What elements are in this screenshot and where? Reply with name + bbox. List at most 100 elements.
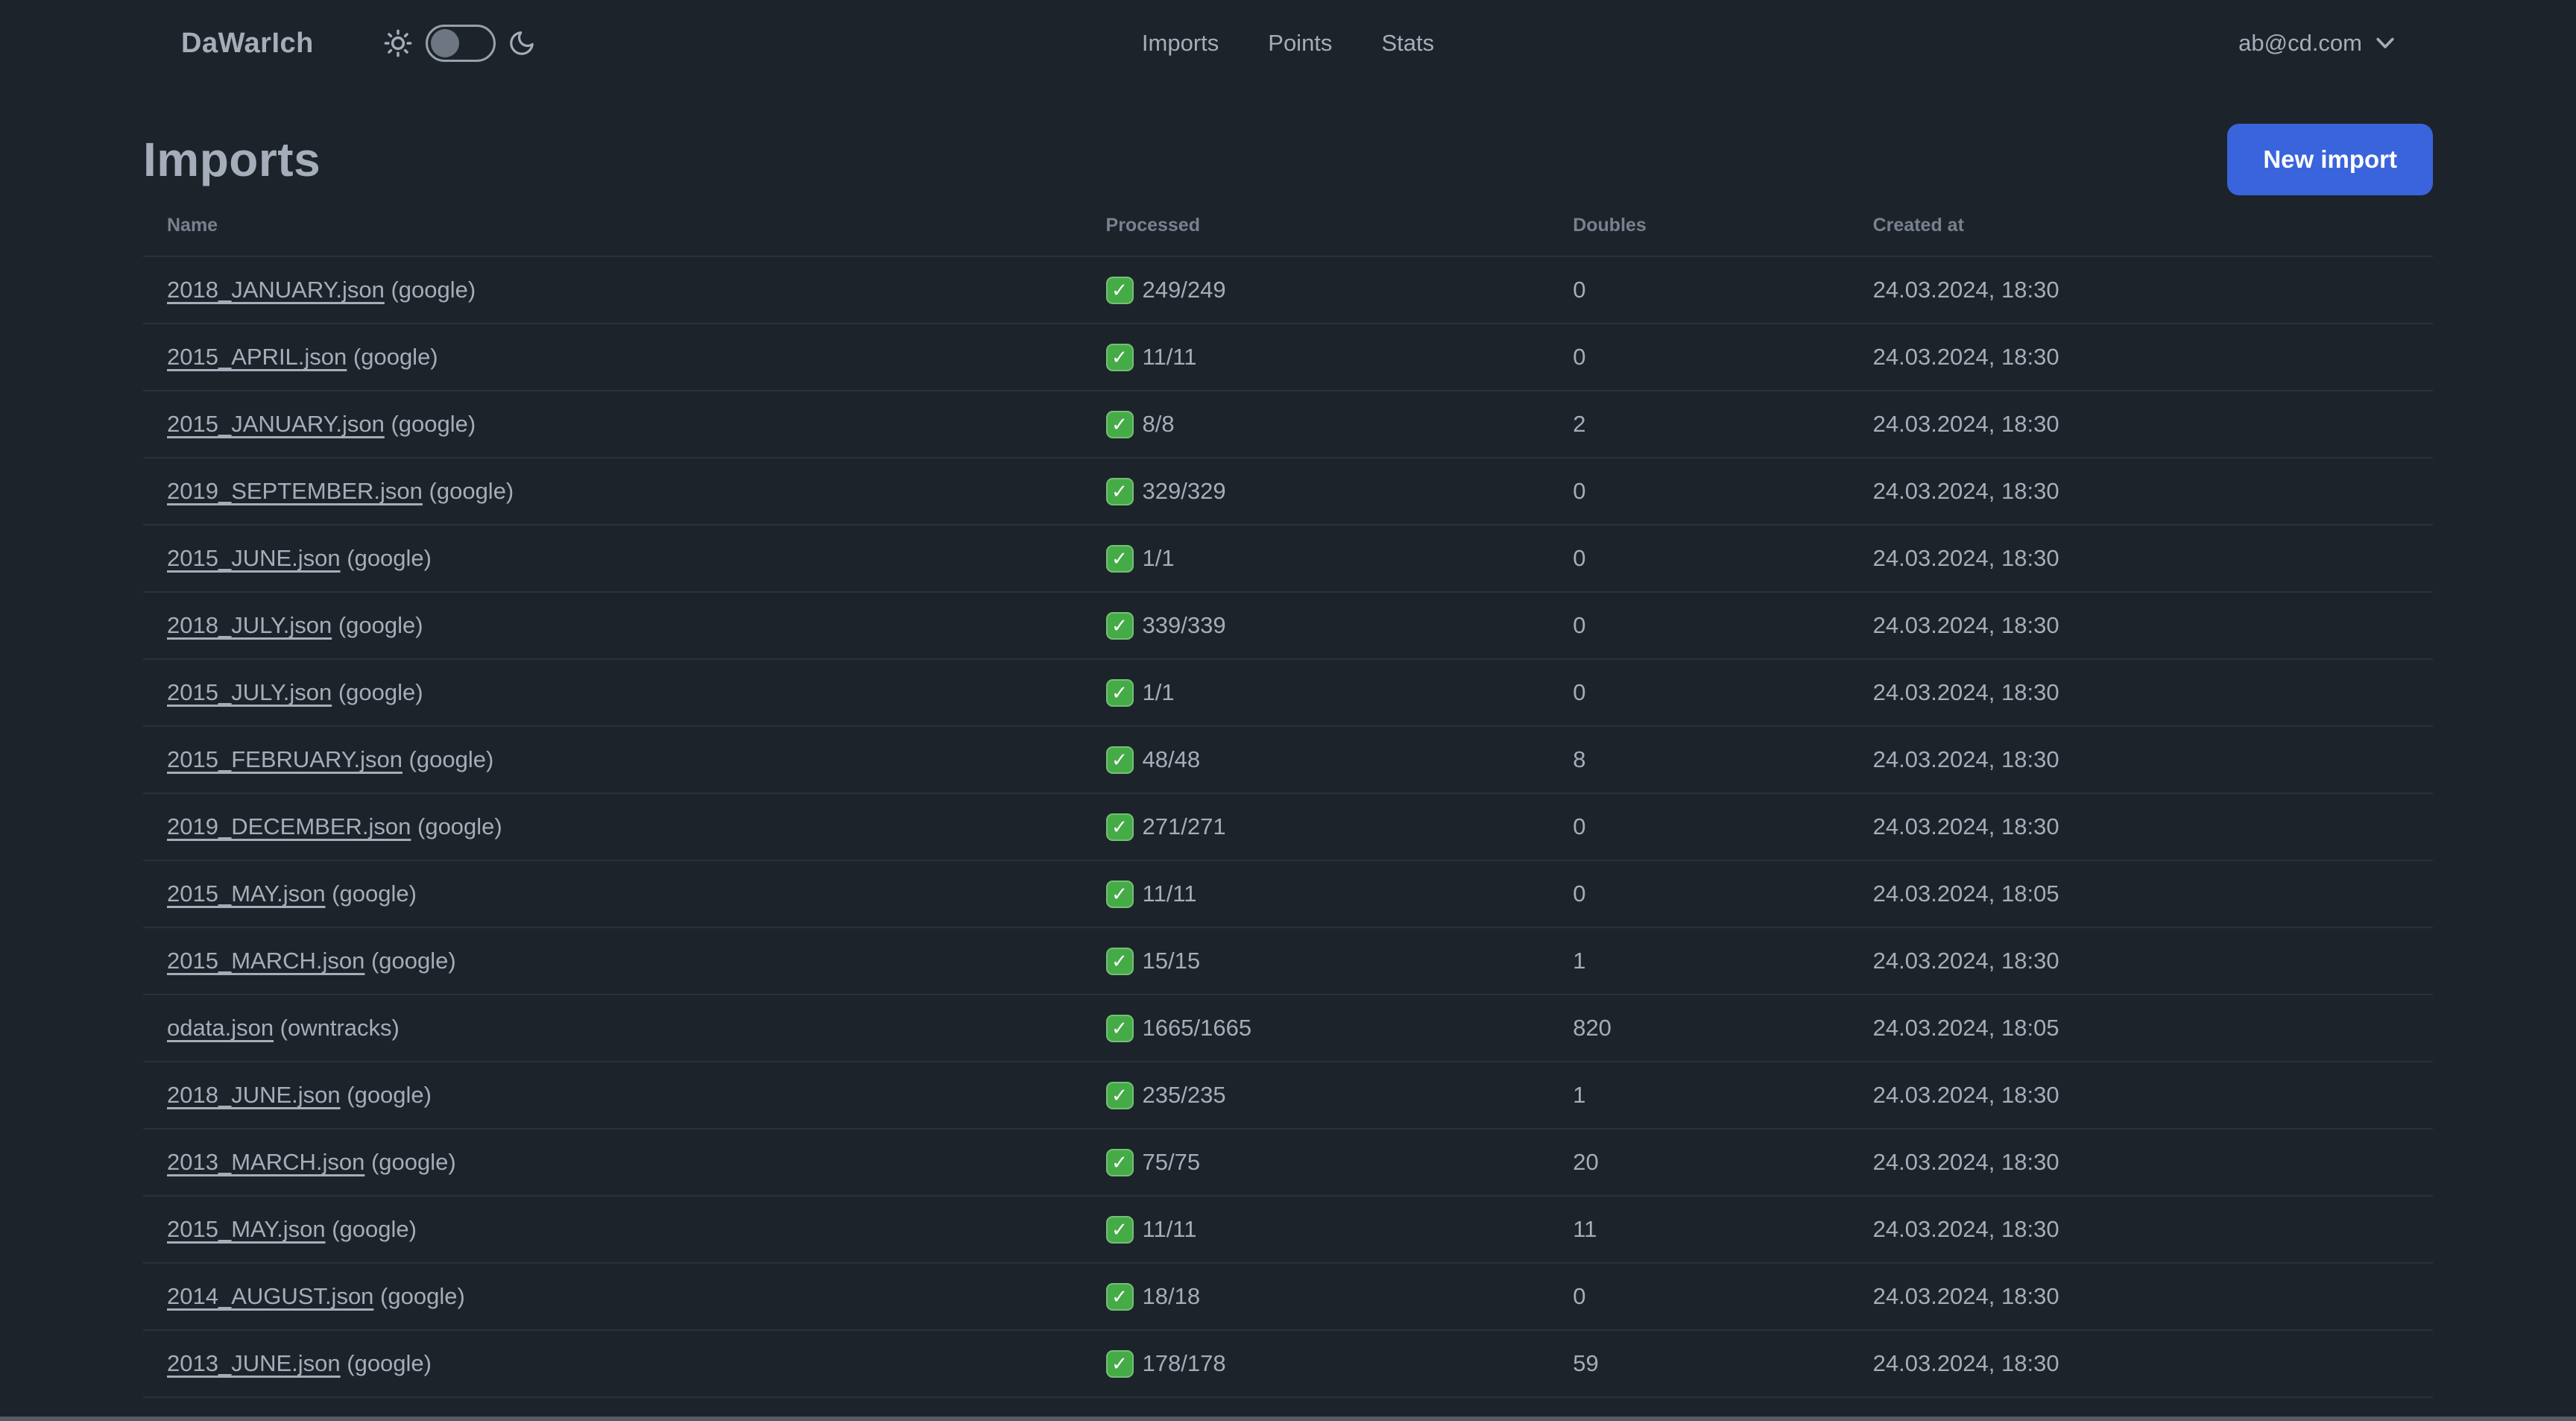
column-header-processed: Processed [1105, 215, 1200, 236]
doubles-cell: 11 [1573, 1216, 1597, 1242]
processed-cell: ✓ 1/1 [1082, 659, 1550, 726]
window-bottom-edge [0, 1417, 2576, 1421]
name-cell: 2015_APRIL.json (google) [143, 324, 1082, 391]
import-source: (google) [364, 1149, 456, 1175]
created-at-cell: 24.03.2024, 18:05 [1872, 880, 2059, 907]
table-row: 2018_JANUARY.json (google) ✓ 249/249 0 2… [143, 256, 2433, 324]
import-source: (google) [325, 880, 417, 907]
import-source: (google) [340, 1082, 432, 1108]
import-name-link[interactable]: 2015_APRIL.json [167, 344, 347, 370]
import-name-link[interactable]: 2018_JANUARY.json [167, 277, 385, 303]
check-icon: ✓ [1105, 1349, 1134, 1378]
check-icon: ✓ [1105, 410, 1134, 438]
name-cell: 2013_MARCH.json (google) [143, 1129, 1082, 1196]
name-cell: 2018_JANUARY.json (google) [143, 256, 1082, 324]
import-source: (google) [422, 478, 514, 504]
imports-table-body: 2018_JANUARY.json (google) ✓ 249/249 0 2… [143, 256, 2433, 1421]
table-row: 2015_MARCH.json (google) ✓ 15/15 1 24.03… [143, 927, 2433, 995]
import-source: (google) [332, 612, 423, 638]
import-name-link[interactable]: 2019_DECEMBER.json [167, 813, 411, 839]
created-at-cell: 24.03.2024, 18:30 [1872, 813, 2059, 839]
sun-icon [382, 28, 414, 59]
name-cell: 2015_FEBRUARY.json (google) [143, 726, 1082, 793]
processed-value: 11/11 [1142, 344, 1197, 371]
processed-value: 271/271 [1142, 813, 1226, 840]
check-icon: ✓ [1105, 813, 1134, 841]
check-icon: ✓ [1105, 1148, 1134, 1176]
page-title: Imports [143, 133, 321, 186]
table-row: 2015_JULY.json (google) ✓ 1/1 0 24.03.20… [143, 659, 2433, 726]
column-header-name: Name [167, 215, 218, 236]
doubles-cell: 20 [1573, 1149, 1599, 1175]
table-row: 2015_APRIL.json (google) ✓ 11/11 0 24.03… [143, 324, 2433, 391]
processed-value: 1/1 [1142, 679, 1175, 706]
name-cell: 2014_AUGUST.json (google) [143, 1263, 1082, 1330]
import-source: (google) [340, 545, 432, 571]
import-name-link[interactable]: 2013_JUNE.json [167, 1350, 341, 1376]
processed-cell: ✓ 11/11 [1082, 860, 1550, 927]
import-name-link[interactable]: 2015_JANUARY.json [167, 411, 385, 437]
check-icon: ✓ [1105, 477, 1134, 505]
import-source: (google) [325, 1216, 417, 1242]
table-row: 2013_MARCH.json (google) ✓ 75/75 20 24.0… [143, 1129, 2433, 1196]
table-row: odata.json (owntracks) ✓ 1665/1665 820 2… [143, 995, 2433, 1062]
check-icon: ✓ [1105, 611, 1134, 640]
processed-cell: ✓ 271/271 [1082, 793, 1550, 860]
name-cell: 2015_JULY.json (google) [143, 659, 1082, 726]
doubles-cell: 0 [1573, 880, 1586, 907]
moon-icon [508, 29, 536, 57]
processed-value: 48/48 [1142, 746, 1201, 773]
table-row: 2014_AUGUST.json (google) ✓ 18/18 0 24.0… [143, 1263, 2433, 1330]
import-name-link[interactable]: 2018_JUNE.json [167, 1082, 341, 1108]
created-at-cell: 24.03.2024, 18:30 [1872, 746, 2059, 772]
created-at-cell: 24.03.2024, 18:30 [1872, 679, 2059, 705]
import-name-link[interactable]: 2018_JULY.json [167, 612, 332, 638]
processed-cell: ✓ 48/48 [1082, 726, 1550, 793]
import-name-link[interactable]: 2015_FEBRUARY.json [167, 746, 402, 772]
processed-value: 235/235 [1142, 1082, 1226, 1109]
nav-link-imports[interactable]: Imports [1142, 30, 1219, 57]
table-row: 2015_JANUARY.json (google) ✓ 8/8 2 24.03… [143, 391, 2433, 458]
processed-cell: ✓ 235/235 [1082, 1062, 1550, 1129]
import-name-link[interactable]: 2015_JULY.json [167, 679, 332, 705]
processed-value: 75/75 [1142, 1149, 1201, 1176]
imports-page: Imports New import Name Processed Double… [143, 124, 2433, 1421]
processed-value: 249/249 [1142, 277, 1226, 303]
new-import-button[interactable]: New import [2227, 124, 2433, 195]
import-name-link[interactable]: 2015_MARCH.json [167, 948, 364, 974]
name-cell: 2019_SEPTEMBER.json (google) [143, 458, 1082, 525]
import-name-link[interactable]: odata.json [167, 1015, 274, 1041]
name-cell: 2013_JUNE.json (google) [143, 1330, 1082, 1397]
created-at-cell: 24.03.2024, 18:05 [1872, 1015, 2059, 1041]
import-name-link[interactable]: 2015_MAY.json [167, 880, 326, 907]
import-source: (google) [373, 1283, 465, 1309]
created-at-cell: 24.03.2024, 18:30 [1872, 1082, 2059, 1108]
processed-cell: ✓ 18/18 [1082, 1263, 1550, 1330]
created-at-cell: 24.03.2024, 18:30 [1872, 1350, 2059, 1376]
nav-link-points[interactable]: Points [1268, 30, 1332, 57]
app-logo[interactable]: DaWarIch [181, 28, 314, 60]
doubles-cell: 0 [1573, 679, 1586, 705]
table-row: 2013_JUNE.json (google) ✓ 178/178 59 24.… [143, 1330, 2433, 1397]
import-name-link[interactable]: 2013_MARCH.json [167, 1149, 364, 1175]
doubles-cell: 0 [1573, 344, 1586, 370]
nav-link-stats[interactable]: Stats [1381, 30, 1434, 57]
import-name-link[interactable]: 2014_AUGUST.json [167, 1283, 373, 1309]
created-at-cell: 24.03.2024, 18:30 [1872, 344, 2059, 370]
processed-cell: ✓ 249/249 [1082, 256, 1550, 324]
theme-toggle[interactable] [425, 25, 496, 62]
check-icon: ✓ [1105, 1215, 1134, 1244]
processed-value: 178/178 [1142, 1350, 1226, 1377]
import-name-link[interactable]: 2015_MAY.json [167, 1216, 326, 1242]
user-menu[interactable]: ab@cd.com [2238, 30, 2395, 57]
import-name-link[interactable]: 2019_SEPTEMBER.json [167, 478, 423, 504]
navbar: DaWarIch Imports Points Stats ab@cd.com [0, 0, 2576, 86]
column-header-doubles: Doubles [1573, 215, 1647, 236]
processed-value: 329/329 [1142, 478, 1226, 505]
check-icon: ✓ [1105, 544, 1134, 573]
doubles-cell: 59 [1573, 1350, 1599, 1376]
import-name-link[interactable]: 2015_JUNE.json [167, 545, 341, 571]
theme-toggle-knob [430, 29, 459, 57]
table-row: 2015_JUNE.json (google) ✓ 1/1 0 24.03.20… [143, 525, 2433, 592]
import-source: (google) [384, 411, 476, 437]
